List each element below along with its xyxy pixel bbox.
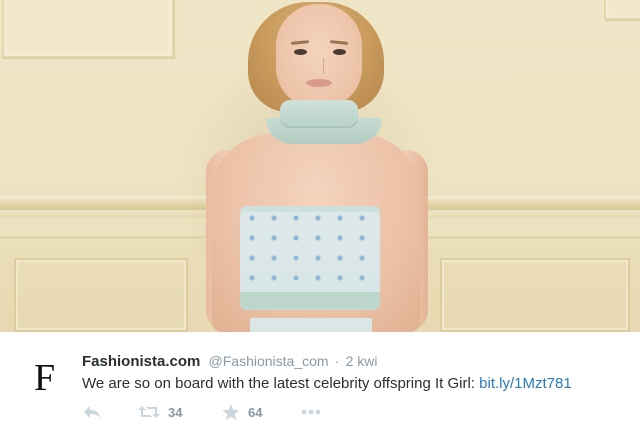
- retweet-icon: [138, 404, 160, 420]
- author-handle[interactable]: @Fashionista_com: [209, 353, 329, 369]
- tweet-text-body: We are so on board with the latest celeb…: [82, 375, 480, 392]
- retweet-button[interactable]: 34: [138, 404, 182, 420]
- more-icon: [300, 404, 322, 420]
- author-avatar[interactable]: F: [34, 358, 55, 398]
- tweet-link[interactable]: bit.ly/1Mzt781: [479, 375, 572, 392]
- lips: [306, 79, 332, 87]
- tweet-timestamp[interactable]: 2 kwi: [346, 353, 378, 369]
- retweet-count: 34: [168, 404, 183, 420]
- reply-button[interactable]: [82, 404, 102, 420]
- choker: [280, 100, 358, 128]
- wall-panel: [604, 0, 640, 20]
- wall-panel: [2, 0, 174, 58]
- skirt: [250, 318, 372, 332]
- favorite-count: 64: [248, 405, 263, 420]
- tweet-text: We are so on board with the latest celeb…: [82, 375, 572, 392]
- face: [276, 4, 362, 108]
- wall-panel: [440, 258, 630, 332]
- crop-top-band: [240, 292, 380, 308]
- reply-icon: [82, 404, 102, 420]
- tweet-photo[interactable]: [0, 0, 640, 332]
- eye: [333, 49, 346, 55]
- tweet-header: Fashionista.com @Fashionista_com · 2 kwi: [82, 353, 378, 370]
- favorite-button[interactable]: 64: [222, 404, 262, 421]
- author-name[interactable]: Fashionista.com: [82, 353, 200, 370]
- wall-panel: [14, 258, 188, 332]
- tweet-card: F Fashionista.com @Fashionista_com · 2 k…: [0, 0, 640, 427]
- separator-dot: ·: [334, 353, 340, 369]
- eye: [294, 49, 307, 55]
- more-button[interactable]: [300, 404, 322, 420]
- star-icon: [222, 404, 240, 421]
- nose: [315, 58, 324, 74]
